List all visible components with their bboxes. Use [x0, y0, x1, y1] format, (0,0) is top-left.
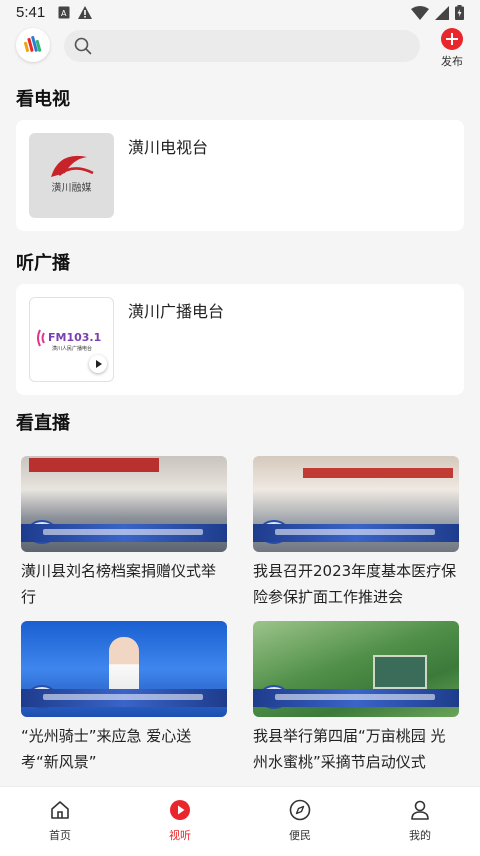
svg-text:A: A — [61, 9, 67, 18]
nav-profile-label: 我的 — [409, 829, 431, 842]
live-item-caption: 我县召开2023年度基本医疗保险参保扩面工作推进会 — [253, 562, 457, 606]
status-notifications: A — [58, 6, 92, 19]
app-logo[interactable] — [16, 28, 50, 62]
banner-graphic — [303, 468, 453, 478]
live-item-1[interactable]: 潢川县刘名榜档案捐赠仪式举行 — [21, 456, 227, 610]
compass-icon — [289, 799, 311, 821]
search-input[interactable] — [64, 30, 420, 62]
nav-services[interactable]: 便民 — [260, 799, 340, 843]
wifi-icon — [411, 5, 429, 20]
app-logo-icon — [23, 35, 42, 52]
news-ticker — [21, 689, 227, 707]
home-icon — [51, 801, 69, 819]
radio-station-card[interactable]: FM103.1 潢川人民广播电台 潢川广播电台 — [16, 284, 464, 395]
live-item-thumbnail — [21, 621, 227, 717]
warning-icon — [78, 6, 92, 19]
tv-station-thumbnail: 潢川融媒 — [29, 133, 114, 218]
tv-station-card[interactable]: 潢川融媒 潢川电视台 — [16, 120, 464, 231]
nav-home[interactable]: 首页 — [20, 799, 100, 843]
banner-graphic — [29, 458, 159, 472]
publish-button[interactable]: 发布 — [438, 28, 466, 69]
pond-graphic — [373, 655, 427, 689]
status-system-icons — [411, 5, 464, 20]
nav-profile[interactable]: 我的 — [380, 799, 460, 843]
radio-logo-text: FM103.1 — [48, 331, 101, 344]
radio-station-title: 潢川广播电台 — [128, 302, 225, 321]
play-button[interactable] — [89, 355, 107, 373]
status-bar: 5:41 A — [0, 0, 480, 26]
tv-station-title: 潢川电视台 — [128, 138, 209, 157]
live-item-4[interactable]: 我县举行第四届“万亩桃园 光州水蜜桃”采摘节启动仪式 — [253, 621, 459, 775]
section-title-radio: 听广播 — [16, 253, 70, 274]
live-item-caption: 潢川县刘名榜档案捐赠仪式举行 — [21, 562, 217, 606]
nav-services-label: 便民 — [289, 829, 311, 842]
bottom-navigation: 首页 视听 便民 我的 — [0, 786, 480, 856]
nav-audio-video-label: 视听 — [169, 829, 191, 842]
publish-label: 发布 — [441, 55, 463, 68]
news-ticker — [21, 524, 227, 542]
live-item-thumbnail — [21, 456, 227, 552]
user-icon — [411, 800, 429, 820]
live-item-caption: “光州骑士”来应急 爱心送考“新风景” — [21, 727, 192, 771]
live-item-caption: 我县举行第四届“万亩桃园 光州水蜜桃”采摘节启动仪式 — [253, 727, 446, 771]
news-ticker — [253, 689, 459, 707]
signal-icon — [435, 5, 449, 20]
tv-logo-image: 潢川融媒 — [51, 155, 94, 194]
radio-logo-subtitle: 潢川人民广播电台 — [52, 345, 92, 352]
section-title-tv: 看电视 — [16, 89, 70, 110]
sim-icon: A — [58, 6, 70, 19]
plus-icon — [441, 28, 463, 50]
nav-home-label: 首页 — [49, 829, 71, 842]
search-icon — [74, 37, 92, 55]
play-icon — [96, 360, 102, 368]
top-bar: 发布 — [0, 26, 480, 70]
live-item-3[interactable]: “光州骑士”来应急 爱心送考“新风景” — [21, 621, 227, 775]
status-time: 5:41 — [16, 4, 46, 21]
section-title-live: 看直播 — [16, 413, 70, 434]
radio-station-thumbnail: FM103.1 潢川人民广播电台 — [29, 297, 114, 382]
battery-icon — [455, 5, 464, 20]
play-circle-icon — [170, 800, 190, 820]
nav-audio-video[interactable]: 视听 — [140, 799, 220, 843]
news-ticker — [253, 524, 459, 542]
tv-logo-text: 潢川融媒 — [52, 181, 92, 194]
live-item-thumbnail — [253, 456, 459, 552]
live-item-thumbnail — [253, 621, 459, 717]
live-item-2[interactable]: 我县召开2023年度基本医疗保险参保扩面工作推进会 — [253, 456, 459, 610]
anchor-figure — [109, 637, 139, 697]
